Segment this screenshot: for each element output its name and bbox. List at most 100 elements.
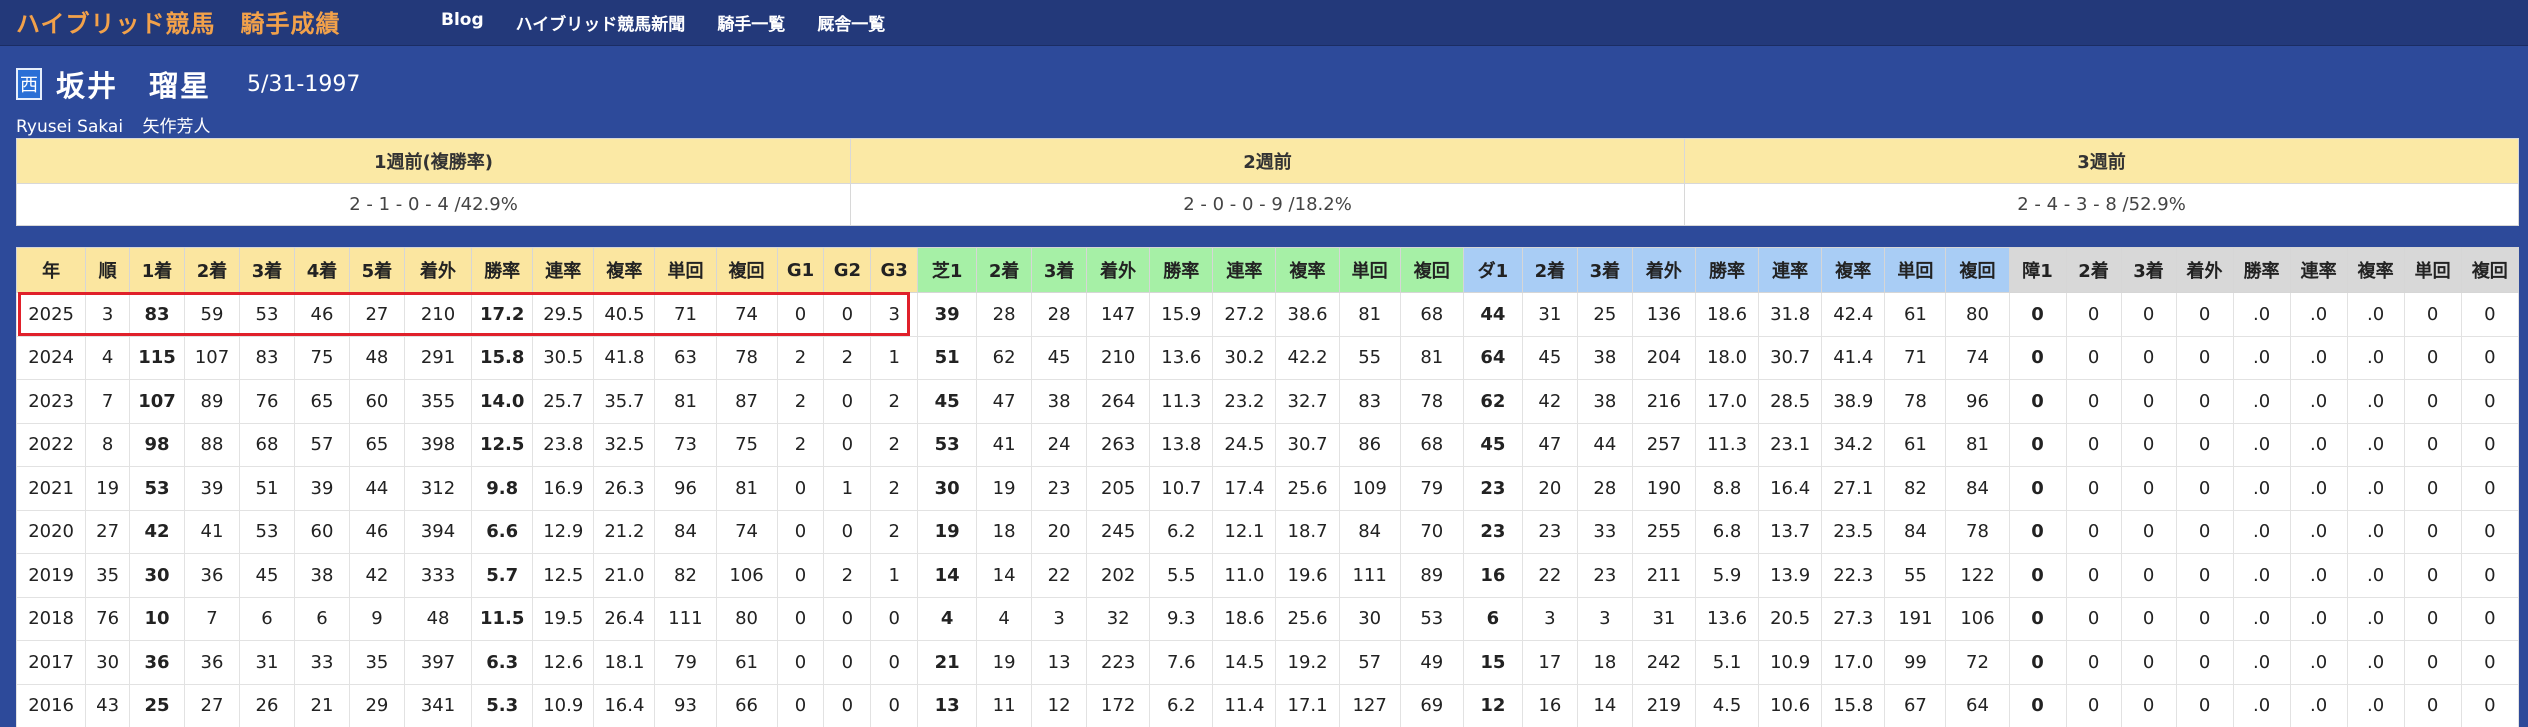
stats-cell: 6 [238,596,295,641]
stats-cell: 60 [293,509,350,554]
stats-cell: 0 [2175,379,2234,424]
stats-header-row: 年順 1着 2着 3着 4着 5着 着外 勝率 連率 複率 単回 複回 G1 G2 G3 芝1 2着 3着 着外 勝率… [15,247,2520,293]
stats-cell: 74 [715,292,778,337]
stats-header-cell: 複回 [715,247,778,293]
stats-cell: .0 [2289,466,2348,511]
stats-cell: 0 [2120,509,2177,554]
stats-cell: 4 [85,335,131,380]
stats-cell: 0 [2120,683,2177,727]
stats-cell: 28 [1031,292,1088,337]
stats-cell: 39 [293,466,350,511]
stats-cell: 0 [823,596,872,641]
stats-cell: 38.9 [1821,379,1886,424]
stats-cell: 31.8 [1758,292,1823,337]
stats-cell: 12 [1462,683,1523,727]
stats-year-row: 2022 8 98 88 68 57 65 398 12.5 23.8 32.5 73 75 2 0 2 53 4… [15,422,2520,467]
site-title[interactable]: ハイブリッド競馬 騎手成績 [16,4,341,39]
stats-header-cell: 障1 [2008,247,2067,293]
stats-cell: 45 [1031,335,1088,380]
stats-cell: 67 [1884,683,1947,727]
stats-header-cell: 3着 [238,247,295,293]
stats-cell: 53 [917,422,978,467]
stats-cell: 2 [870,379,919,424]
stats-cell: 15.8 [471,335,534,380]
stats-cell: 27 [184,683,240,727]
stats-cell: 51 [917,335,978,380]
stats-header-cell: 着外 [1086,247,1151,293]
stats-cell: 12 [1031,683,1088,727]
stats-cell: 7 [85,379,131,424]
stats-cell: 32.5 [593,422,656,467]
stats-header-cell: 5着 [348,247,405,293]
region-badge: 西 [16,68,42,100]
jockey-birthdate: 5/31-1997 [247,71,361,97]
stats-cell: 115 [129,335,185,380]
stats-cell: 47 [976,379,1033,424]
stats-cell: 89 [184,379,240,424]
stats-cell: 41.4 [1821,335,1886,380]
stats-cell: 17.1 [1275,683,1340,727]
nav-stable-list[interactable]: 厩舎一覧 [817,10,885,35]
stats-year-row: 2017 30 36 36 31 33 35 397 6.3 12.6 18.1 79 61 0 0 0 21 1… [15,640,2520,685]
stats-cell: 106 [1945,596,2010,641]
week-header: 1週前(複勝率) [16,138,851,184]
stats-cell: 41 [976,422,1033,467]
stats-cell: 26.3 [593,466,656,511]
stats-cell: 69 [1399,683,1464,727]
stats-cell: 30 [917,466,978,511]
stats-cell: 0 [823,422,872,467]
stats-cell: 78 [1399,379,1464,424]
stats-cell: 78 [1884,379,1947,424]
stats-cell: 0 [2403,335,2462,380]
stats-header-cell: 複回 [2460,247,2520,293]
stats-header-cell: 勝率 [1694,247,1760,293]
stats-header-cell: 単回 [2403,247,2462,293]
stats-cell: 19 [976,640,1033,685]
stats-cell: 14.5 [1212,640,1277,685]
stats-cell: .0 [2289,422,2348,467]
stats-cell: 0 [2008,422,2067,467]
stats-cell: 27.1 [1821,466,1886,511]
stats-cell: 57 [1338,640,1401,685]
stats-cell: 53 [238,509,295,554]
stats-cell: .0 [2346,379,2405,424]
stats-cell: 32.7 [1275,379,1340,424]
stats-cell: 109 [1338,466,1401,511]
stats-header-cell: 複回 [1945,247,2010,293]
week-header: 2週前 [850,138,1685,184]
stats-cell: 42 [348,553,405,598]
nav-newspaper[interactable]: ハイブリッド競馬新聞 [516,10,686,35]
stats-cell: 48 [348,335,405,380]
stats-cell: 36 [184,640,240,685]
stats-cell: .0 [2289,509,2348,554]
stats-cell: 0 [823,640,872,685]
stats-cell: 18 [1576,640,1633,685]
stats-cell: 0 [2065,466,2122,511]
nav-blog[interactable]: Blog [441,10,484,35]
stats-cell: 84 [1884,509,1947,554]
nav-jockey-list[interactable]: 騎手一覧 [717,10,785,35]
stats-cell: 106 [715,553,778,598]
stats-cell: 30.2 [1212,335,1277,380]
stats-header-cell: 単回 [654,247,717,293]
week-value: 2 - 1 - 0 - 4 /42.9% [16,183,851,226]
stats-cell: 61 [1884,292,1947,337]
stats-cell: 36 [184,553,240,598]
stats-cell: .0 [2232,335,2291,380]
stats-cell: 25.7 [532,379,595,424]
stats-cell: 14 [1576,683,1633,727]
stats-cell: 23.5 [1821,509,1886,554]
stats-cell: 42.4 [1821,292,1886,337]
stats-cell: 0 [2008,466,2067,511]
stats-cell: 45 [1521,335,1578,380]
stats-cell: 6.6 [471,509,534,554]
stats-cell: 0 [2120,466,2177,511]
stats-cell: 44 [348,466,405,511]
stats-cell: 13.7 [1758,509,1823,554]
stats-cell: 0 [2008,509,2067,554]
stats-cell: 81 [1338,292,1401,337]
stats-cell: 32 [1086,596,1151,641]
stats-header-cell: 連率 [2289,247,2348,293]
stats-cell: 0 [2403,422,2462,467]
stats-cell: 0 [823,292,872,337]
